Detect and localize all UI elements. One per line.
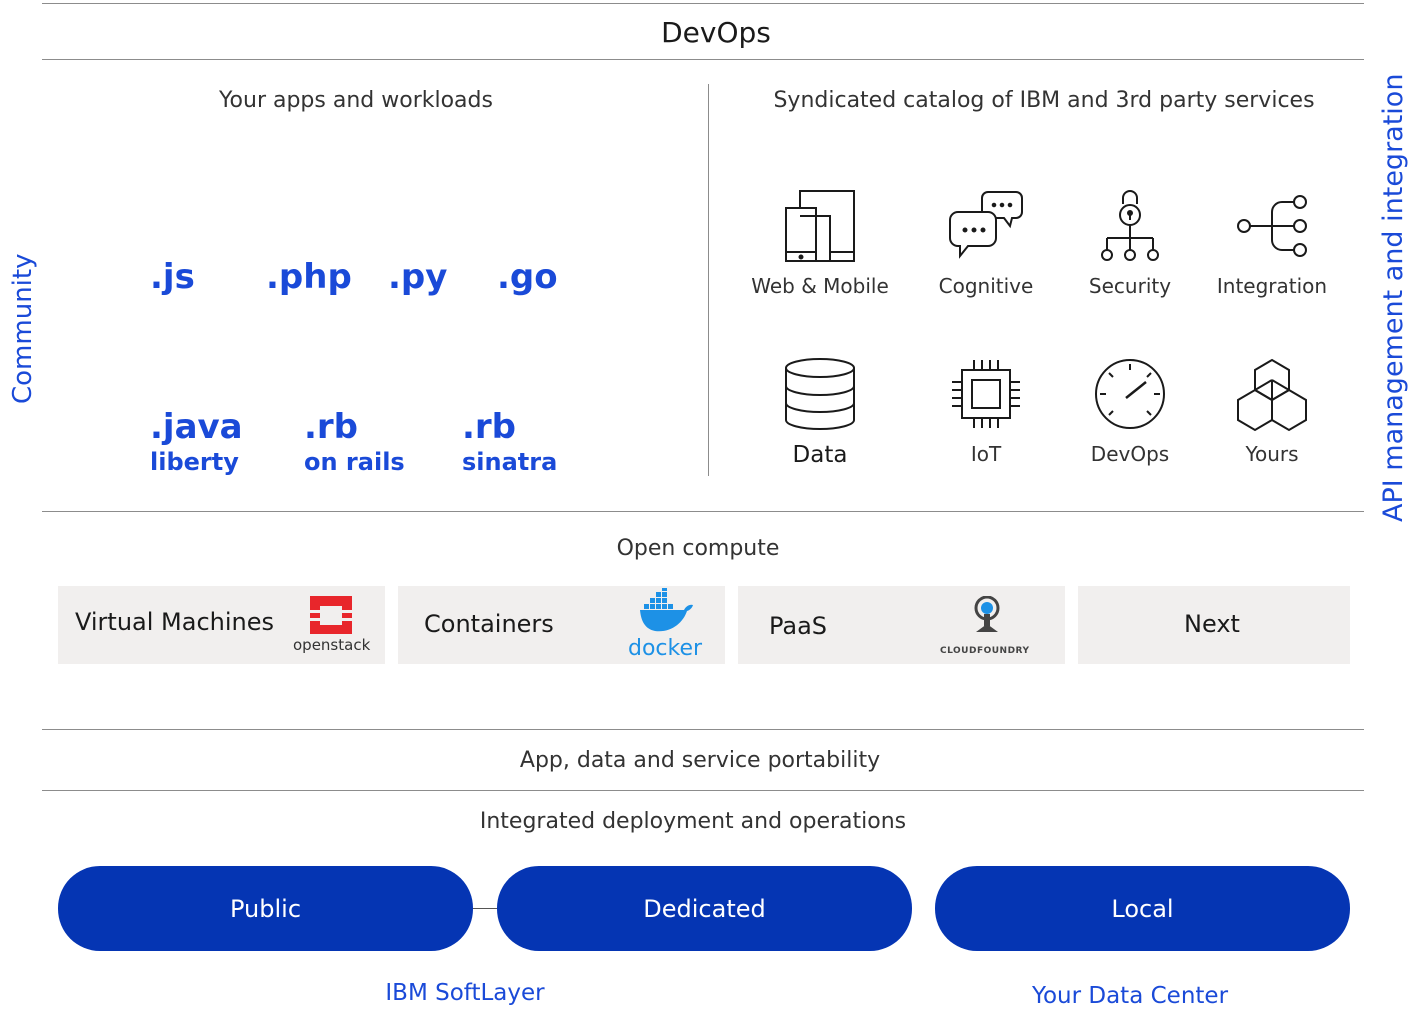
service-cognitive: Cognitive — [916, 188, 1056, 298]
lang-java-liberty: .java liberty — [150, 407, 243, 476]
service-label: Cognitive — [938, 274, 1034, 298]
portability-heading: App, data and service portability — [519, 748, 881, 773]
apps-heading: Your apps and workloads — [219, 88, 493, 113]
chat-bubbles-icon — [949, 191, 1023, 259]
deployment-public-button[interactable]: Public — [58, 866, 473, 951]
docker-whale-icon — [640, 588, 693, 632]
box-label: Next — [1184, 610, 1240, 638]
lang-rb-sinatra: .rb sinatra — [462, 407, 558, 476]
compute-heading: Open compute — [616, 536, 780, 561]
cubes-icon — [1237, 358, 1307, 432]
service-label: Integration — [1216, 274, 1328, 298]
service-label: Yours — [1245, 442, 1299, 466]
box-paas: PaaS CLOUDFOUNDRY — [738, 586, 1065, 664]
service-iot: IoT — [916, 356, 1056, 466]
service-label: DevOps — [1090, 442, 1170, 466]
service-label: IoT — [970, 442, 1002, 466]
cloudfoundry-logo-icon — [974, 596, 1000, 632]
api-management-label: API management and integration — [1378, 73, 1409, 522]
deployment-local-button[interactable]: Local — [935, 866, 1350, 951]
box-label: Virtual Machines — [75, 608, 275, 636]
divider-compute — [42, 511, 1364, 512]
box-label: PaaS — [769, 612, 828, 640]
caption-softlayer: IBM SoftLayer — [385, 980, 545, 1006]
divider-top — [42, 3, 1364, 4]
lang-js: .js — [150, 257, 195, 297]
divider-vertical — [708, 84, 709, 476]
lang-php: .php — [266, 257, 352, 297]
deployment-dedicated-button[interactable]: Dedicated — [497, 866, 912, 951]
service-devops: DevOps — [1060, 356, 1200, 466]
box-next: Next — [1078, 586, 1350, 664]
docker-logo-text: docker — [628, 636, 703, 661]
catalog-heading: Syndicated catalog of IBM and 3rd party … — [773, 88, 1315, 113]
caption-data-center: Your Data Center — [1031, 983, 1229, 1009]
lang-rb-rails: .rb on rails — [304, 407, 405, 476]
service-integration: Integration — [1202, 188, 1342, 298]
divider-devops — [42, 59, 1364, 60]
service-yours: Yours — [1202, 356, 1342, 466]
service-label: Data — [792, 442, 848, 468]
divider-deployment — [42, 790, 1364, 791]
service-security: Security — [1060, 188, 1200, 298]
community-label: Community — [8, 253, 38, 404]
chip-icon — [952, 360, 1020, 428]
openstack-logo-text: openstack — [293, 636, 371, 654]
lang-go: .go — [497, 257, 558, 297]
openstack-logo-icon — [310, 596, 352, 634]
devops-title: DevOps — [661, 16, 771, 49]
integration-tree-icon — [1237, 195, 1307, 257]
gauge-icon — [1095, 359, 1165, 429]
cloudfoundry-logo-text: CLOUDFOUNDRY — [940, 646, 1030, 656]
service-data: Data — [750, 356, 890, 468]
service-label: Web & Mobile — [751, 274, 889, 298]
box-label: Containers — [424, 610, 554, 638]
deployment-heading: Integrated deployment and operations — [479, 809, 907, 834]
divider-portability — [42, 729, 1364, 730]
lock-network-icon — [1101, 190, 1159, 261]
web-mobile-icon — [785, 190, 855, 262]
service-web-mobile: Web & Mobile — [750, 188, 890, 298]
lang-py: .py — [388, 257, 448, 297]
box-containers: Containers docker — [398, 586, 725, 664]
database-icon — [785, 358, 855, 430]
service-label: Security — [1088, 274, 1172, 298]
box-virtual-machines: Virtual Machines openstack — [58, 586, 385, 664]
